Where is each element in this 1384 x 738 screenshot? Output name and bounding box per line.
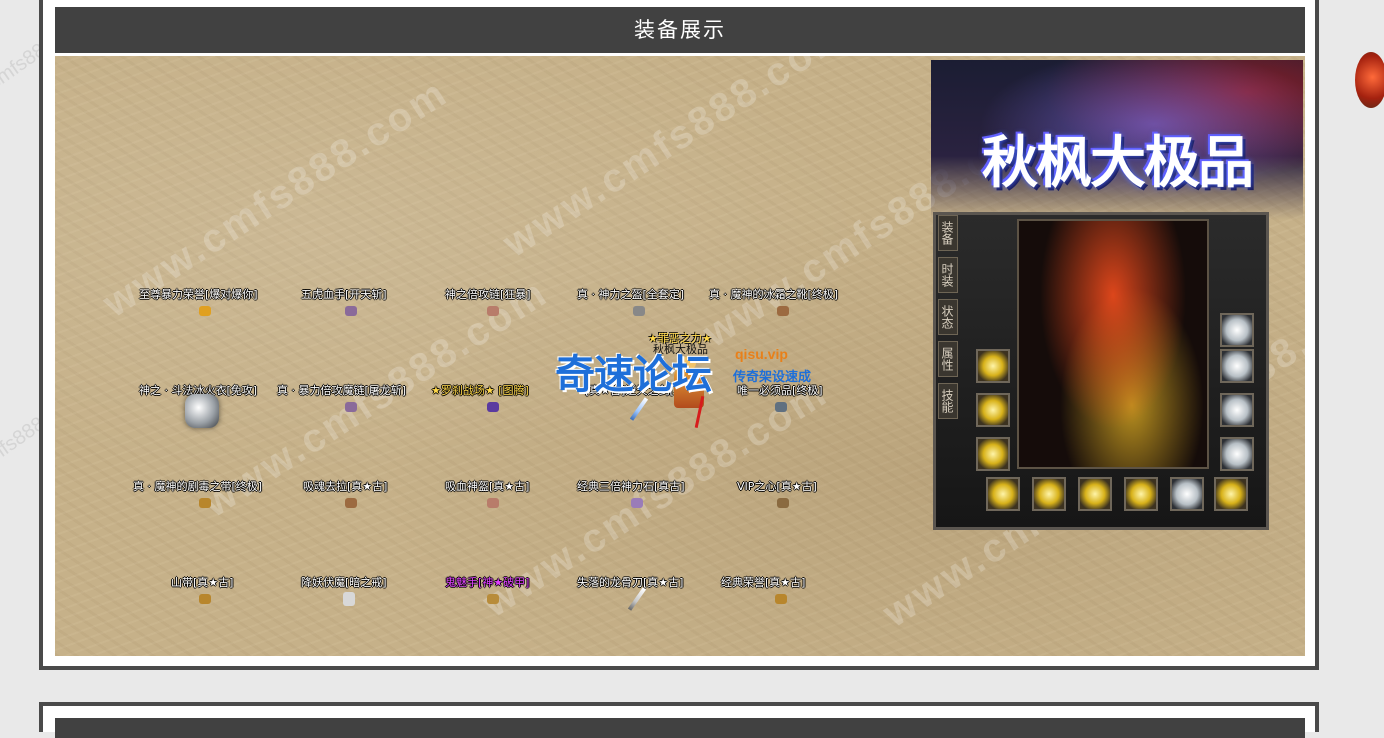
item-icon[interactable] [199, 594, 211, 604]
equip-slot[interactable] [1220, 349, 1254, 383]
item-label[interactable]: VIP之心[真★古] [737, 478, 817, 494]
item-label[interactable]: 神之倍攻链[狂暴] [445, 286, 531, 302]
equip-slot[interactable] [986, 477, 1020, 511]
equip-slot[interactable] [1220, 393, 1254, 427]
banner-title: 秋枫大极品 [982, 130, 1254, 196]
game-banner: 秋枫大极品 [931, 60, 1303, 220]
item-icon[interactable] [345, 402, 357, 412]
tab-skills[interactable]: 技能 [938, 383, 958, 419]
item-label[interactable]: 吸血神盔[真★古] [445, 478, 529, 494]
watermark: www.cmfs888.com [495, 56, 856, 266]
tab-status[interactable]: 状态 [938, 299, 958, 335]
game-screenshot: www.cmfs888.com www.cmfs888.com www.cmfs… [55, 56, 1305, 656]
equip-slot[interactable] [976, 437, 1010, 471]
equip-slot[interactable] [1220, 313, 1254, 347]
item-label[interactable]: ★罗刹战场★ [图腾] [431, 382, 529, 398]
equip-slot[interactable] [976, 349, 1010, 383]
item-label[interactable]: 失落的龙骨刀[真★古] [577, 574, 683, 590]
item-icon[interactable] [199, 498, 211, 508]
item-icon[interactable] [487, 306, 499, 316]
item-label[interactable]: 经典三倍神力石[真古] [577, 478, 685, 494]
item-label[interactable]: 降妖伏魔[暗之戒] [301, 574, 387, 590]
equipment-panel: 装备 时装 状态 属性 技能 [933, 212, 1269, 530]
item-icon[interactable] [343, 592, 355, 606]
equip-slot[interactable] [976, 393, 1010, 427]
item-icon[interactable] [775, 402, 787, 412]
item-label[interactable]: 真 · 魔神的剧毒之带[终极] [133, 478, 262, 494]
equip-slot[interactable] [1078, 477, 1112, 511]
equipment-showcase-card: 装备展示 www.cmfs888.com www.cmfs888.com www… [39, 0, 1319, 670]
item-label[interactable]: 真 · 神力之盔[全套定] [577, 286, 684, 302]
equip-slot[interactable] [1214, 477, 1248, 511]
item-icon[interactable] [775, 594, 787, 604]
sword-icon[interactable] [629, 397, 649, 421]
item-icon[interactable] [345, 498, 357, 508]
item-label[interactable]: 真 · 魔神的冰霜之靴[终极] [709, 286, 838, 302]
character-portrait [1017, 219, 1209, 469]
item-icon[interactable] [631, 498, 643, 508]
tab-fashion[interactable]: 时装 [938, 257, 958, 293]
item-icon[interactable] [633, 306, 645, 316]
item-icon[interactable] [345, 306, 357, 316]
item-label[interactable]: 吸魂去拉[真★古] [303, 478, 387, 494]
equip-slot[interactable] [1220, 437, 1254, 471]
section-title: 装备展示 [55, 7, 1305, 53]
equip-slot[interactable] [1032, 477, 1066, 511]
logo-url: qisu.vip [735, 346, 788, 362]
item-icon[interactable] [487, 402, 499, 412]
item-icon[interactable] [487, 498, 499, 508]
decorative-orb [1355, 52, 1384, 108]
gloves-icon[interactable] [185, 394, 219, 428]
equip-slot[interactable] [1170, 477, 1204, 511]
item-label[interactable]: 至尊暴力荣誉[爆对爆你] [139, 286, 258, 302]
item-label[interactable]: 山带[真★古] [171, 574, 233, 590]
forum-logo: 奇速论坛 qisu.vip 传奇架设速成 [555, 342, 835, 398]
item-label[interactable]: 五虎血手[开天斩] [301, 286, 387, 302]
logo-main-text: 奇速论坛 [555, 352, 712, 398]
item-icon[interactable] [199, 306, 211, 316]
next-section-title-bar [55, 718, 1305, 738]
tab-equipment[interactable]: 装备 [938, 215, 958, 251]
item-label[interactable]: 真 · 暴力倍攻魔链[屠龙斩] [277, 382, 406, 398]
item-icon[interactable] [777, 498, 789, 508]
next-section-card [39, 702, 1319, 738]
item-icon[interactable] [487, 594, 499, 604]
item-label[interactable]: 经典荣誉[真★古] [721, 574, 805, 590]
tab-attributes[interactable]: 属性 [938, 341, 958, 377]
item-icon[interactable] [777, 306, 789, 316]
item-label[interactable]: 鬼魅手[神★破甲] [445, 574, 529, 590]
equip-slot[interactable] [1124, 477, 1158, 511]
sword-icon[interactable] [627, 587, 647, 611]
equipment-tabs: 装备 时装 状态 属性 技能 [938, 215, 960, 425]
logo-subtitle: 传奇架设速成 [733, 370, 812, 385]
